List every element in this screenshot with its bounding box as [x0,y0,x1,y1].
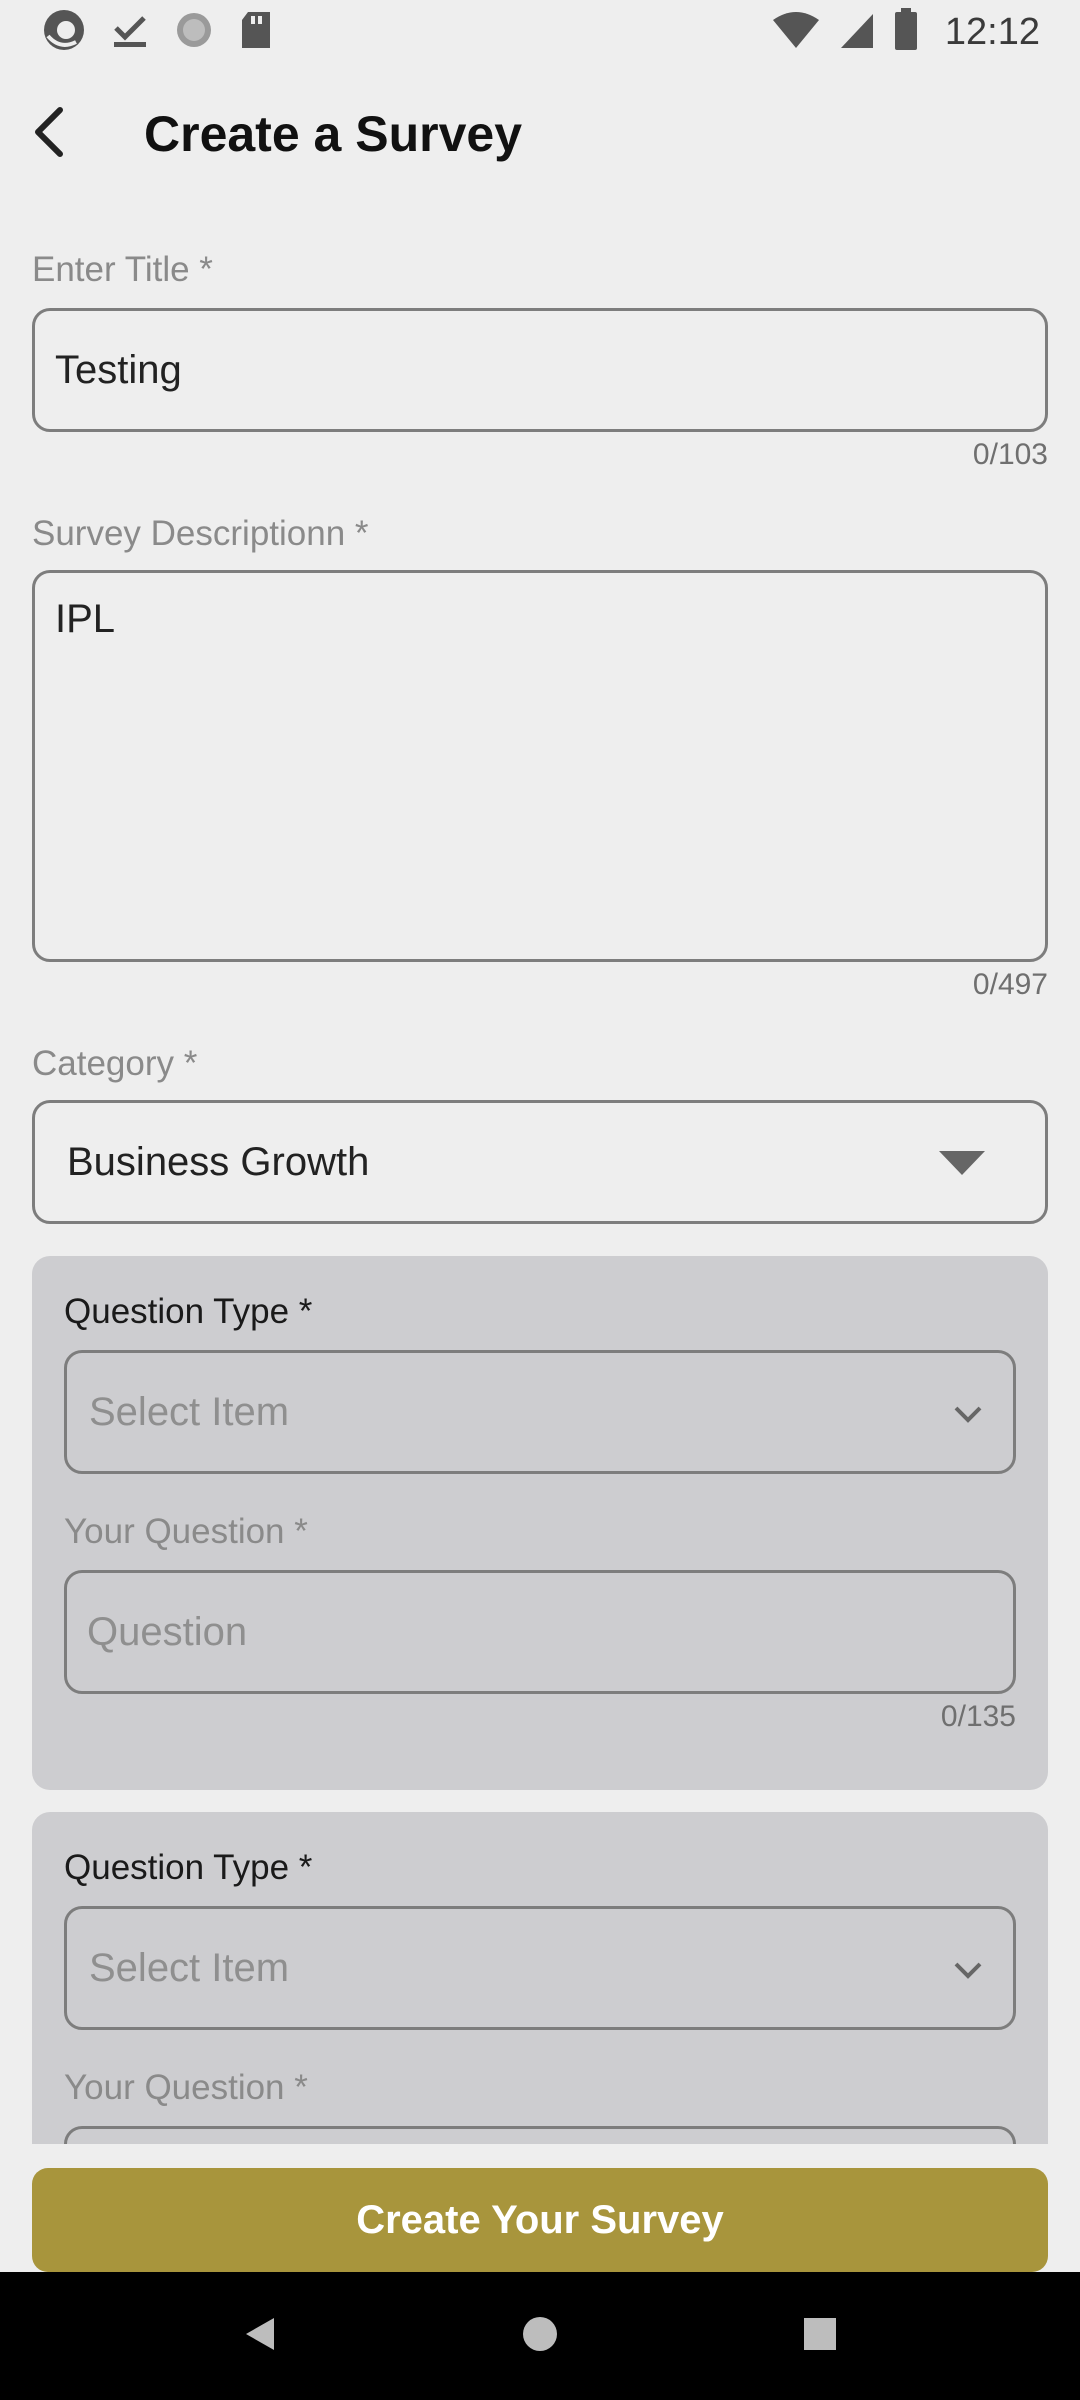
system-nav-bar [0,2272,1080,2400]
back-button[interactable] [0,84,100,184]
question-type-label: Question Type * [64,1292,313,1331]
question-input[interactable] [64,2126,1016,2144]
title-label: Enter Title * [32,250,213,289]
description-value: IPL [55,597,116,641]
title-input[interactable]: Testing [32,308,1048,432]
sd-card-icon [236,8,276,57]
question-card: Question Type * Select Item Your Questio… [32,1812,1048,2144]
status-right-icons: 12:12 [771,7,1040,57]
battery-icon [893,7,919,57]
question-input[interactable]: Question [64,1570,1016,1694]
app-bar: Create a Survey [0,80,1080,188]
survey-form[interactable]: Enter Title * Testing 0/103 Survey Descr… [32,240,1048,2144]
title-counter: 0/103 [972,438,1048,471]
nav-recents-icon[interactable] [800,2314,840,2359]
category-value: Business Growth [67,1139,370,1184]
wifi-icon [771,10,821,55]
status-time: 12:12 [944,10,1040,53]
question-placeholder: Question [87,1609,248,1654]
status-bar: 12:12 [0,0,1080,64]
download-done-icon [108,8,152,57]
category-label: Category * [32,1044,198,1083]
description-textarea[interactable]: IPL [32,570,1048,962]
question-type-placeholder: Select Item [89,1945,290,1990]
description-counter: 0/497 [972,968,1048,1001]
page-title: Create a Survey [144,106,523,162]
status-left-icons [40,6,771,59]
question-type-dropdown[interactable]: Select Item [64,1350,1016,1474]
sync-icon [172,8,216,57]
description-label: Survey Descriptionn * [32,514,369,553]
question-counter: 0/135 [940,1700,1016,1733]
chevron-down-icon [953,1390,983,1435]
nav-back-icon[interactable] [240,2314,280,2359]
back-arrow-icon [30,106,70,163]
chevron-down-icon [953,1946,983,1991]
nav-home-icon[interactable] [520,2314,560,2359]
question-type-placeholder: Select Item [89,1389,290,1434]
question-type-label: Question Type * [64,1848,313,1887]
app-logo-icon [40,6,88,59]
category-dropdown[interactable]: Business Growth [32,1100,1048,1224]
signal-icon [837,10,877,55]
your-question-label: Your Question * [64,1512,308,1551]
create-survey-button[interactable]: Create Your Survey [32,2168,1048,2272]
question-type-dropdown[interactable]: Select Item [64,1906,1016,2030]
dropdown-triangle-icon [939,1140,985,1185]
your-question-label: Your Question * [64,2068,308,2107]
question-card: Question Type * Select Item Your Questio… [32,1256,1048,1790]
title-input-value: Testing [55,347,182,392]
